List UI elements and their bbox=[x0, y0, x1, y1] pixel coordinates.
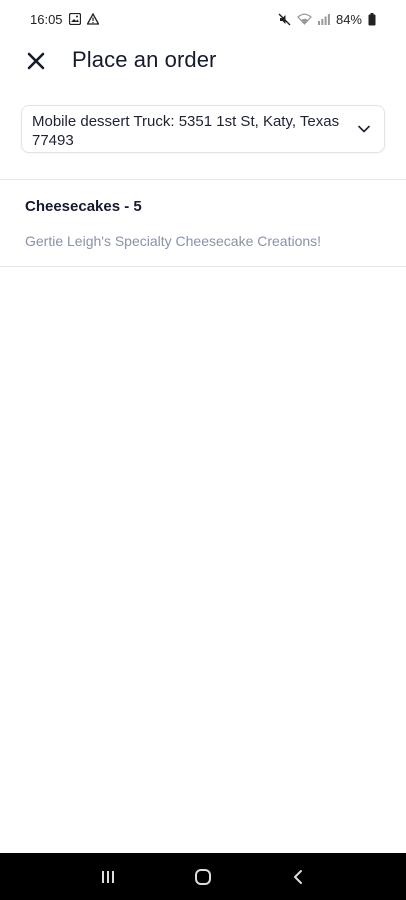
back-icon bbox=[294, 869, 303, 884]
category-description: Gertie Leigh's Specialty Cheesecake Crea… bbox=[25, 233, 322, 249]
location-select[interactable]: Mobile dessert Truck: 5351 1st St, Katy,… bbox=[21, 105, 385, 153]
warning-icon bbox=[86, 13, 99, 25]
divider bbox=[0, 266, 406, 267]
close-button[interactable] bbox=[24, 49, 48, 73]
category-title: Cheesecakes - 5 bbox=[25, 198, 142, 215]
order-screen: 16:05 84% Place an order Mobile dessert … bbox=[0, 0, 406, 900]
battery-percent: 84% bbox=[335, 11, 362, 27]
home-button[interactable] bbox=[183, 857, 223, 897]
close-icon bbox=[27, 52, 45, 70]
signal-icon bbox=[317, 13, 330, 25]
category-item-cheesecakes[interactable]: Cheesecakes - 5 Gertie Leigh's Specialty… bbox=[0, 180, 406, 266]
recents-button[interactable] bbox=[88, 857, 128, 897]
status-right: 84% bbox=[278, 12, 376, 27]
wifi-icon bbox=[297, 13, 312, 25]
page-title: Place an order bbox=[72, 47, 217, 72]
status-left: 16:05 bbox=[30, 12, 99, 27]
home-icon bbox=[194, 868, 211, 885]
recents-icon bbox=[101, 870, 114, 883]
chevron-down-icon bbox=[358, 125, 370, 133]
battery-icon bbox=[368, 12, 376, 26]
status-time: 16:05 bbox=[30, 11, 63, 27]
location-select-value: Mobile dessert Truck: 5351 1st St, Katy,… bbox=[32, 113, 340, 149]
system-nav-bar bbox=[0, 853, 406, 900]
gallery-icon bbox=[68, 13, 81, 25]
header: Place an order bbox=[0, 38, 406, 84]
back-button[interactable] bbox=[278, 857, 318, 897]
mute-icon bbox=[278, 13, 291, 26]
status-bar: 16:05 84% bbox=[0, 0, 406, 38]
